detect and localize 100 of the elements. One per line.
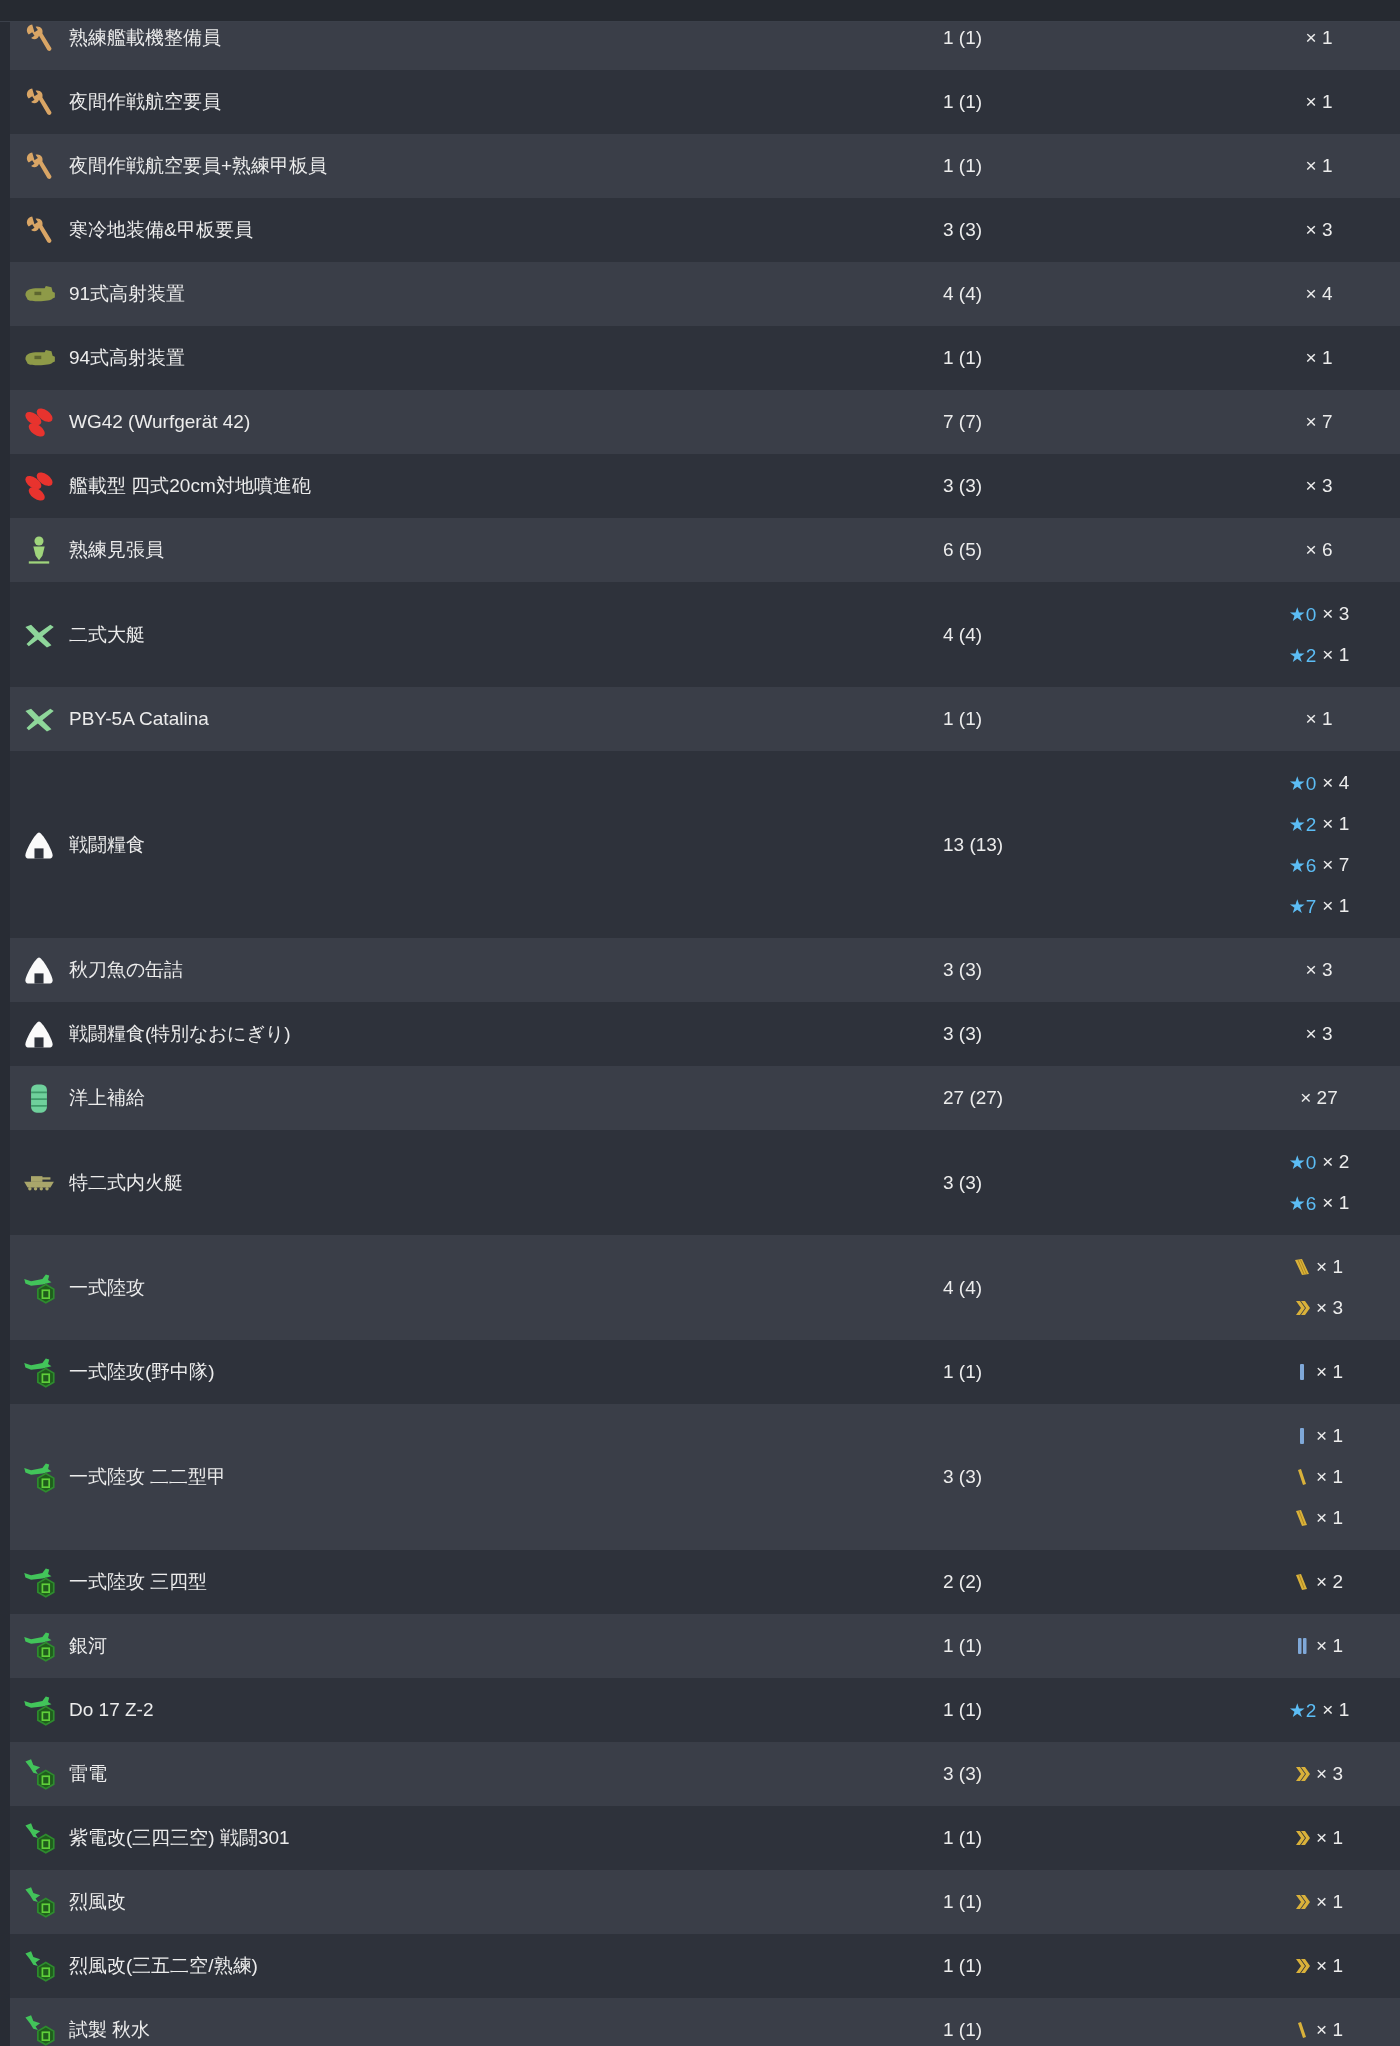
quantity: × 1 <box>1305 708 1333 730</box>
equipment-count: 3 (3) <box>943 1023 983 1044</box>
quantity: × 3 <box>1322 603 1350 625</box>
quantity: × 1 <box>1316 1827 1343 1849</box>
equipment-name: 熟練艦載機整備員 <box>69 26 221 50</box>
quantity: × 1 <box>1322 1699 1350 1721</box>
quantity: × 1 <box>1305 91 1333 113</box>
equipment-count: 1 (1) <box>943 1827 983 1848</box>
quantity: × 1 <box>1322 813 1350 835</box>
equipment-name: 特二式内火艇 <box>69 1170 183 1195</box>
equipment-name: 94式高射装置 <box>69 346 186 370</box>
equipment-count: 7 (7) <box>943 411 983 432</box>
equipment-count: 6 (5) <box>943 539 983 560</box>
quantity: × 1 <box>1305 27 1333 49</box>
equipment-name: 夜間作戦航空要員 <box>69 90 221 114</box>
equipment-count: 4 (4) <box>943 1276 983 1298</box>
equipment-name: Do 17 Z-2 <box>69 1699 154 1721</box>
quantity: × 1 <box>1316 1507 1343 1529</box>
equipment-count: 1 (1) <box>943 27 983 48</box>
quantity: × 3 <box>1305 1023 1333 1045</box>
quantity: × 1 <box>1316 1361 1343 1383</box>
plane-badge-icon <box>22 1757 56 1791</box>
quantity: × 3 <box>1305 219 1333 241</box>
equipment-count: 2 (2) <box>943 1571 983 1592</box>
equipment-name: 一式陸攻 二二型甲 <box>69 1465 227 1489</box>
equipment-count: 1 (1) <box>943 1955 983 1976</box>
equipment-name: 91式高射装置 <box>69 282 186 306</box>
quantity: × 3 <box>1316 1297 1343 1319</box>
equipment-name: 艦載型 四式20cm対地噴進砲 <box>69 474 311 498</box>
equipment-count: 3 (3) <box>943 1171 983 1193</box>
equipment-count: 3 (3) <box>943 219 983 240</box>
quantity: × 1 <box>1322 895 1350 917</box>
improvement-level: ★0 <box>1288 602 1317 626</box>
quantity: × 3 <box>1305 475 1333 497</box>
equipment-name: 烈風改(三五二空/熟練) <box>69 1954 258 1978</box>
equipment-count: 1 (1) <box>943 1361 983 1382</box>
equipment-count: 1 (1) <box>943 155 983 176</box>
equipment-name: PBY-5A Catalina <box>69 708 209 730</box>
plane-badge-icon <box>22 2013 56 2046</box>
quantity: × 3 <box>1305 959 1333 981</box>
equipment-name: 寒冷地装備&甲板要員 <box>69 218 253 242</box>
equipment-name: 一式陸攻 三四型 <box>69 1570 208 1594</box>
equipment-name: 戦闘糧食(特別なおにぎり) <box>69 1022 291 1046</box>
plane-badge-icon <box>22 1885 56 1919</box>
quantity: × 1 <box>1305 155 1333 177</box>
equipment-name: 秋刀魚の缶詰 <box>69 958 183 982</box>
equipment-count: 1 (1) <box>943 708 983 729</box>
equipment-count: 27 (27) <box>943 1087 1004 1108</box>
equipment-name: 烈風改 <box>69 1890 126 1914</box>
equipment-name: WG42 (Wurfgerät 42) <box>69 411 251 433</box>
quantity: × 2 <box>1316 1571 1343 1593</box>
quantity: × 1 <box>1316 1955 1343 1977</box>
equipment-name: 銀河 <box>69 1634 107 1658</box>
quantity: × 1 <box>1316 1466 1343 1488</box>
improvement-level: ★2 <box>1288 643 1317 667</box>
equipment-count: 3 (3) <box>943 959 983 980</box>
equipment-count: 1 (1) <box>943 91 983 112</box>
improvement-level: ★7 <box>1288 894 1317 918</box>
quantity: × 1 <box>1322 1192 1350 1214</box>
equipment-name: 紫電改(三四三空) 戦闘301 <box>69 1826 290 1850</box>
proficiency-icon <box>1295 1256 1310 1278</box>
improvement-level: ★0 <box>1288 1150 1317 1174</box>
equipment-count: 3 (3) <box>943 1466 983 1487</box>
proficiency-icon <box>1295 1571 1310 1593</box>
equipment-name: 二式大艇 <box>69 622 145 647</box>
quantity: × 4 <box>1305 283 1333 305</box>
equipment-name: 雷電 <box>69 1762 107 1786</box>
equipment-count: 1 (1) <box>943 1891 983 1912</box>
quantity: × 7 <box>1305 411 1333 433</box>
plane-badge-icon <box>22 1949 56 1983</box>
equipment-count: 1 (1) <box>943 347 983 368</box>
improvement-level: ★0 <box>1288 771 1317 795</box>
equipment-name: 一式陸攻(野中隊) <box>69 1360 215 1384</box>
quantity: × 1 <box>1316 1425 1343 1447</box>
quantity: × 1 <box>1316 1635 1343 1657</box>
equipment-name: 洋上補給 <box>69 1086 145 1110</box>
quantity: × 7 <box>1322 854 1350 876</box>
plane-badge-icon <box>22 1821 56 1855</box>
equipment-count: 1 (1) <box>943 1699 983 1720</box>
proficiency-icon <box>1295 1635 1310 1657</box>
equipment-name: 一式陸攻 <box>69 1275 145 1300</box>
improvement-level: ★2 <box>1288 812 1317 836</box>
equipment-name: 戦闘糧食 <box>69 832 145 857</box>
equipment-count: 1 (1) <box>943 1635 983 1656</box>
quantity: × 1 <box>1305 347 1333 369</box>
quantity: × 1 <box>1316 1256 1343 1278</box>
equipment-name: 夜間作戦航空要員+熟練甲板員 <box>69 154 328 178</box>
equipment-count: 3 (3) <box>943 1763 983 1784</box>
equipment-name: 熟練見張員 <box>69 538 164 562</box>
quantity: × 1 <box>1316 1891 1343 1913</box>
quantity: × 1 <box>1322 644 1350 666</box>
improvement-level: ★2 <box>1288 1698 1317 1722</box>
equipment-name: 試製 秋水 <box>69 2018 151 2042</box>
equipment-count: 13 (13) <box>943 833 1004 855</box>
equipment-count: 1 (1) <box>943 2019 983 2040</box>
equipment-count: 3 (3) <box>943 475 983 496</box>
quantity: × 27 <box>1300 1087 1338 1109</box>
quantity: × 3 <box>1316 1763 1343 1785</box>
improvement-level: ★6 <box>1288 853 1317 877</box>
quantity: × 1 <box>1316 2019 1343 2041</box>
